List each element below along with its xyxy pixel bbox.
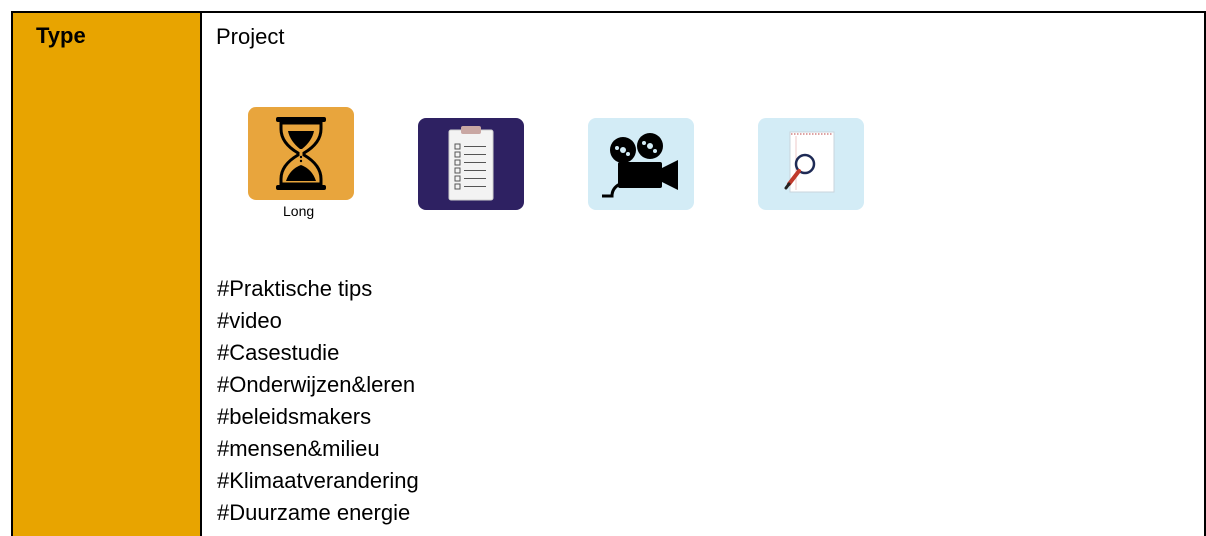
hourglass-icon [248,107,354,200]
video-camera-icon [588,118,694,210]
tag-item: #Praktische tips [217,276,373,301]
type-label: Type [36,23,86,48]
type-table: Type Project Long #Praktische tips #vide… [0,0,1206,536]
hourglass-caption: Long [283,203,315,219]
magnifier-notepad-icon [758,118,864,210]
type-content-cell: Project Long #Praktische tips #video #Ca… [202,13,1204,536]
table-column-divider [200,11,202,536]
clipboard-checklist-icon [418,118,524,210]
tag-item: #Klimaatverandering [217,468,419,493]
tag-item: #beleidsmakers [217,404,372,429]
tag-item: #Onderwijzen&leren [217,372,416,397]
type-label-cell: Type [13,13,200,536]
table-border-left [11,11,13,536]
tag-item: #Duurzame energie [217,500,411,525]
tag-item: #video [217,308,282,333]
table-border-top [11,11,1206,13]
tag-item: #mensen&milieu [217,436,380,461]
type-value: Project [216,24,285,49]
tag-list: #Praktische tips #video #Casestudie #Ond… [217,273,419,529]
tag-item: #Casestudie [217,340,340,365]
